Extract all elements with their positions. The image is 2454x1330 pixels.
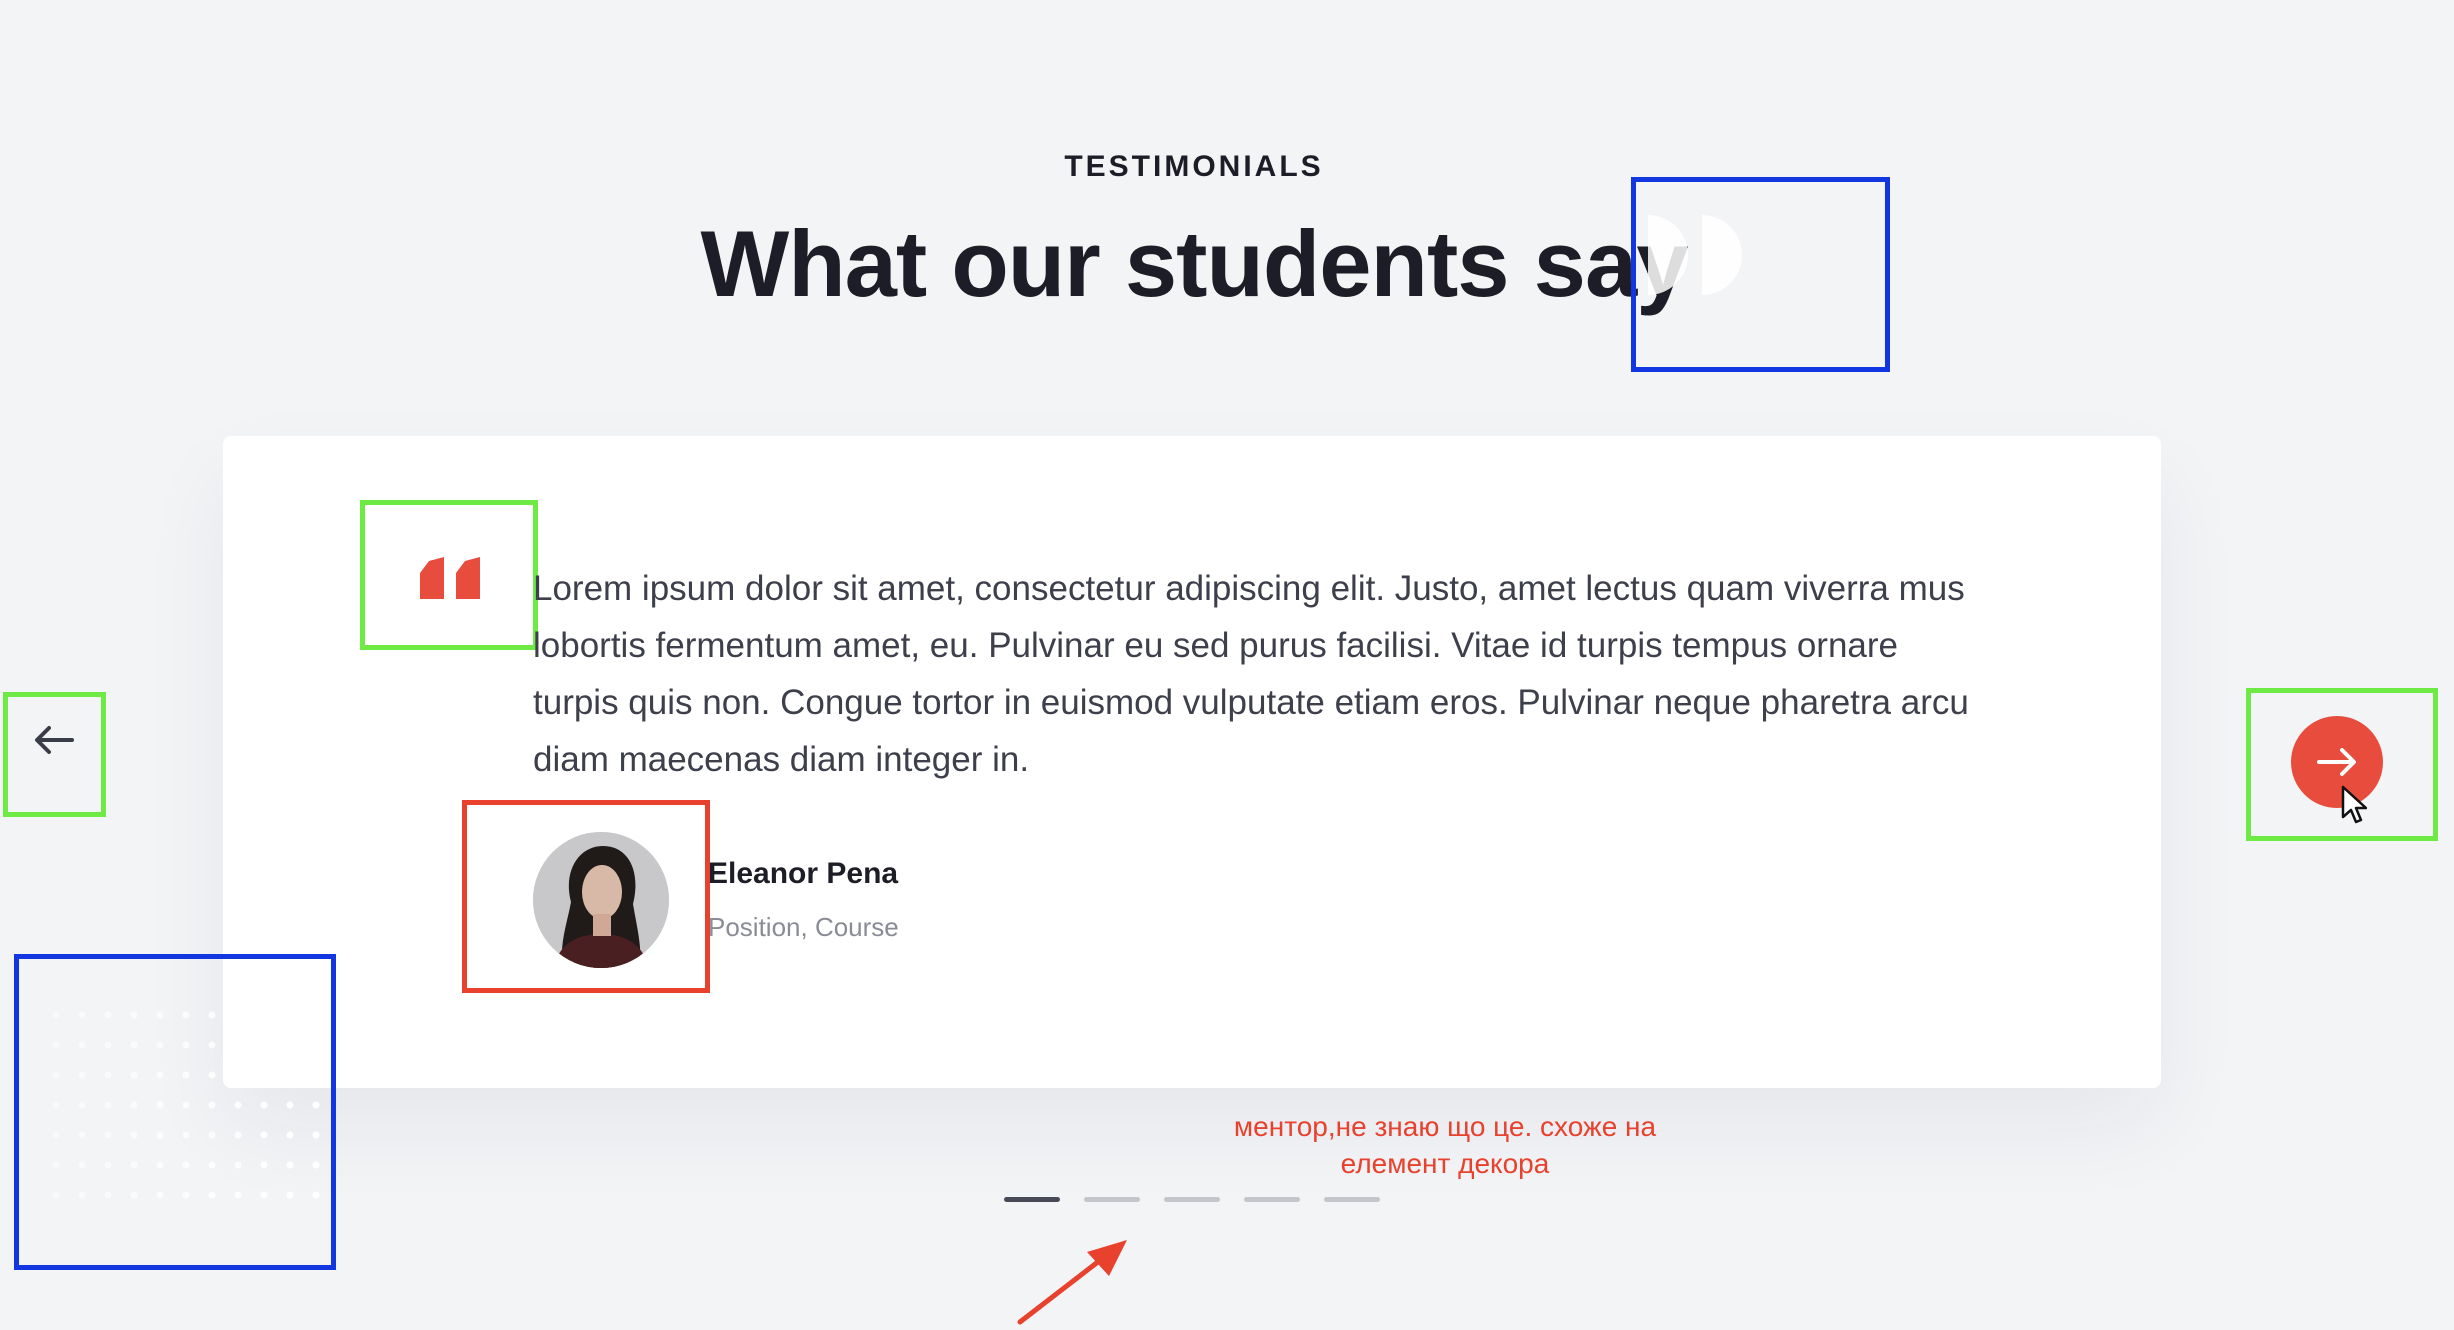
pagination-bar[interactable]	[1324, 1197, 1380, 1202]
annotation-box-dot-pattern	[14, 954, 336, 1270]
annotation-arrow-icon	[1017, 1240, 1127, 1325]
annotation-box-next	[2246, 688, 2438, 841]
section-eyebrow: TESTIMONIALS	[1064, 150, 1324, 183]
pagination	[1004, 1197, 1380, 1202]
pagination-bar[interactable]	[1084, 1197, 1140, 1202]
author-role: Position, Course	[708, 912, 899, 942]
annotation-box-prev	[3, 692, 106, 817]
testimonial-text: Lorem ipsum dolor sit amet, consectetur …	[533, 569, 1969, 779]
annotation-note: ментор,не знаю що це. схоже на елемент д…	[1233, 1111, 1657, 1179]
pagination-bar[interactable]	[1004, 1197, 1060, 1202]
annotation-box-quote	[360, 500, 538, 650]
author-name: Eleanor Pena	[708, 857, 899, 890]
annotation-box-decor-quotes	[1631, 177, 1890, 372]
section-title: What our students say	[700, 211, 1688, 316]
pagination-bar[interactable]	[1164, 1197, 1220, 1202]
annotation-box-avatar	[462, 800, 710, 993]
pagination-bar[interactable]	[1244, 1197, 1300, 1202]
